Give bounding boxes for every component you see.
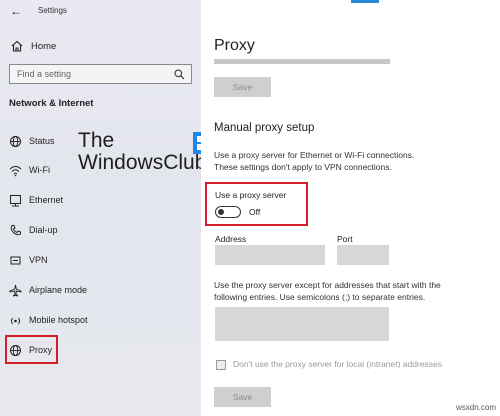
sidebar-item-label: Mobile hotspot [29,315,88,325]
sidebar-item-label: Status [29,136,55,146]
search-icon [174,69,185,80]
address-field[interactable] [215,245,325,265]
sidebar-item-vpn[interactable]: VPN [0,249,201,271]
window-title: Settings [38,6,67,15]
use-proxy-label: Use a proxy server [215,190,287,200]
save-button-bottom[interactable]: Save [214,387,271,407]
sidebar-item-label: Airplane mode [29,285,88,295]
search-input[interactable]: Find a setting [9,64,192,84]
sidebar-item-label: VPN [29,255,48,265]
title-bar: ← Settings [0,0,201,22]
local-addresses-checkbox[interactable] [216,360,226,370]
sidebar-item-label: Dial-up [29,225,58,235]
search-placeholder: Find a setting [17,69,72,79]
sidebar-item-dial-up[interactable]: Dial-up [0,219,201,241]
watermark-line1: The [78,129,115,152]
toggle-highlight [205,182,308,226]
back-arrow-icon[interactable]: ← [10,4,22,18]
sidebar-item-mobile-hotspot[interactable]: Mobile hotspot [0,309,201,331]
sidebar: ← Settings Home Find a setting Network &… [0,0,215,416]
hotspot-icon [11,317,20,324]
use-proxy-toggle[interactable] [215,206,241,218]
scrollbar[interactable] [214,59,390,64]
vpn-icon [10,256,21,264]
watermark: The WindowsClub [78,129,215,174]
airplane-icon [9,284,22,297]
selection-highlight [5,335,58,364]
toggle-knob [218,208,224,215]
port-label: Port [337,234,353,244]
toggle-state-text: Off [249,207,261,217]
phone-icon [10,224,21,235]
home-label: Home [31,40,57,52]
save-button-top[interactable]: Save [214,77,271,97]
home-icon [11,40,23,52]
home-nav-item[interactable]: Home [10,38,56,54]
main-panel: Proxy Save Manual proxy setup Use a prox… [201,0,500,416]
page-title: Proxy [214,37,255,54]
site-watermark: wsxdn.com [455,403,496,412]
sidebar-item-ethernet[interactable]: Ethernet [0,189,201,211]
top-accent-bar [351,0,379,3]
exceptions-description: Use the proxy server except for addresse… [214,280,441,302]
manual-proxy-description: Use a proxy server for Ethernet or Wi-Fi… [214,150,415,172]
sidebar-item-label: Ethernet [29,195,64,205]
section-title: Network & Internet [9,98,94,109]
globe-icon [10,135,21,147]
local-addresses-label: Don't use the proxy server for local (in… [233,359,443,369]
exceptions-field[interactable] [215,307,389,341]
port-field[interactable] [337,245,389,265]
sidebar-item-label: Wi-Fi [29,165,50,175]
address-label: Address [215,234,247,244]
watermark-line2: WindowsClub [78,151,207,174]
manual-proxy-title: Manual proxy setup [214,122,315,134]
wifi-icon [9,165,22,176]
sidebar-item-airplane-mode[interactable]: Airplane mode [0,279,201,301]
ethernet-icon [10,194,21,206]
